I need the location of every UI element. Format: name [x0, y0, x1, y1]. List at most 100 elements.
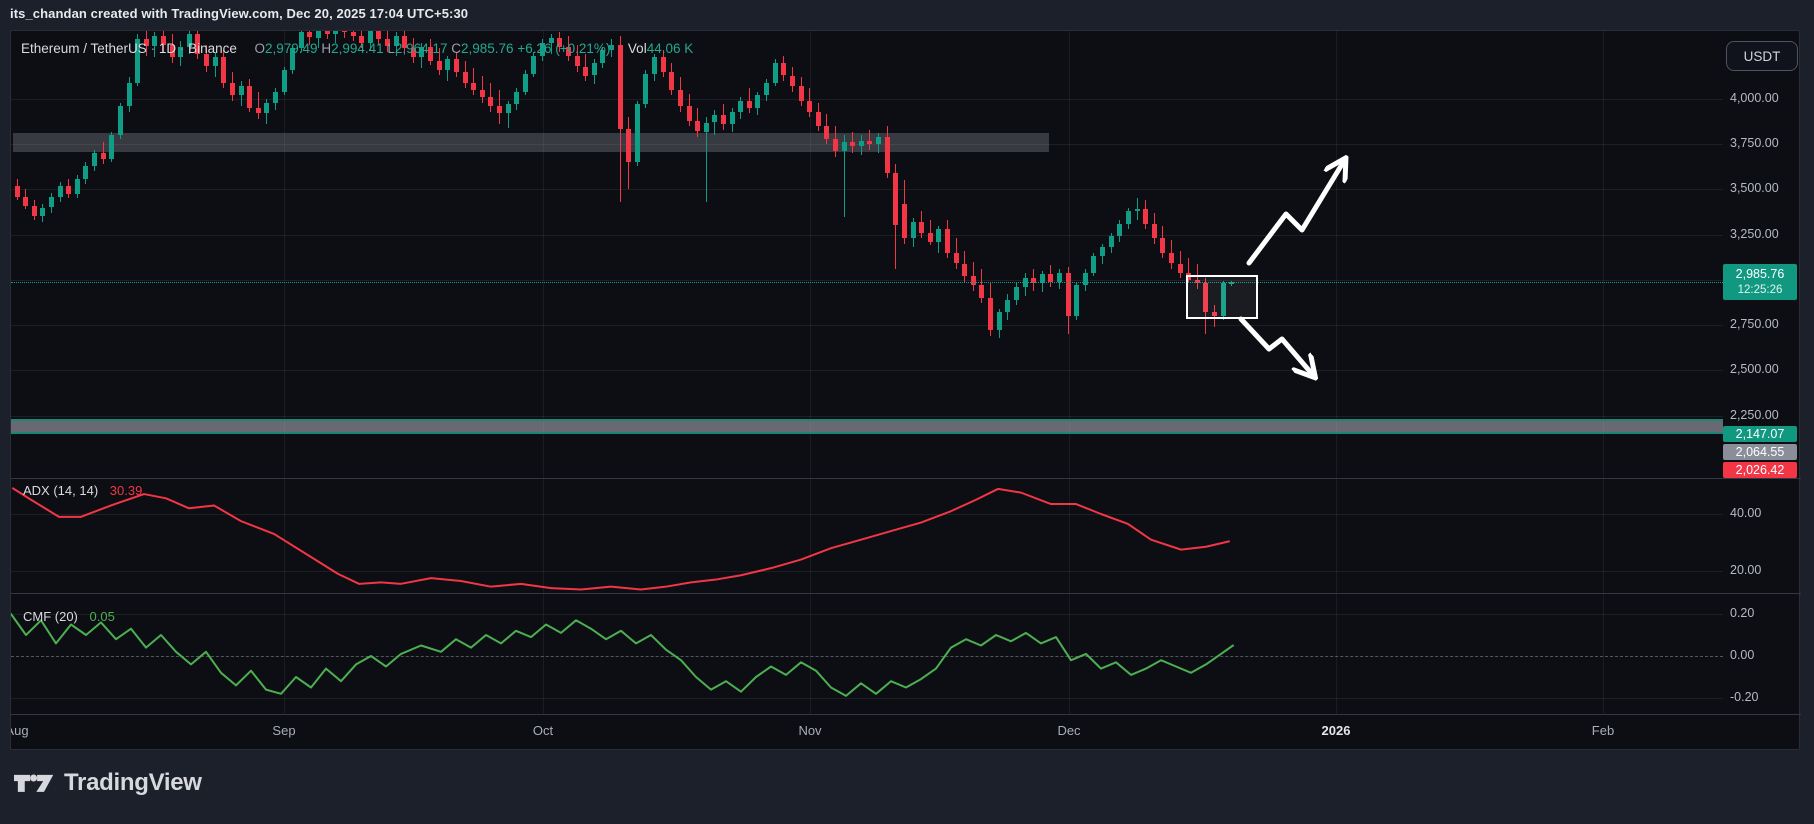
- candle-body: [936, 229, 942, 242]
- price-pane[interactable]: [11, 31, 1723, 478]
- candle-body: [944, 229, 950, 253]
- adx-pane[interactable]: [11, 478, 1723, 593]
- candle-body: [264, 102, 270, 114]
- candle-body: [126, 82, 132, 107]
- candle-body: [496, 106, 502, 114]
- candle-body: [1065, 272, 1071, 316]
- candle-body: [669, 71, 675, 90]
- open-value: 2,979.49: [264, 41, 318, 56]
- candle-body: [858, 140, 864, 146]
- highlight-box-drawing[interactable]: [1186, 275, 1258, 319]
- demand-zone: [11, 418, 1723, 435]
- candle-body: [531, 55, 537, 74]
- candle-body: [522, 73, 528, 92]
- candle-body: [660, 57, 666, 72]
- candle-body: [272, 91, 278, 103]
- pane-separator[interactable]: [11, 593, 1801, 594]
- candle-body: [979, 285, 985, 298]
- tradingview-logo[interactable]: TradingView: [14, 768, 202, 798]
- candle-body: [1143, 209, 1149, 224]
- candle-body: [1160, 238, 1166, 253]
- candle-body: [591, 62, 597, 76]
- level-badge-gray: 2,064.55: [1723, 444, 1797, 461]
- candle-body: [341, 31, 347, 33]
- price-gridline: [11, 234, 1723, 236]
- candle-body: [850, 142, 856, 146]
- currency-toggle-button[interactable]: USDT: [1726, 41, 1798, 71]
- candle-body: [1013, 287, 1019, 300]
- adx-gridline: [11, 571, 1723, 572]
- candle-body: [746, 100, 752, 108]
- candle-body: [488, 97, 494, 107]
- candle-body: [626, 128, 632, 163]
- candle-body: [772, 62, 778, 83]
- candle-body: [92, 153, 97, 166]
- cmf-zero-line: [11, 656, 1723, 657]
- exchange-label: Binance: [188, 41, 237, 56]
- level-badge-teal: 2,147.07: [1723, 426, 1797, 443]
- price-badge-area: 2,985.76 12:25:26 2,147.07 2,064.55 2,026.42: [1723, 31, 1801, 478]
- time-label: Oct: [532, 723, 554, 738]
- candle-body: [247, 86, 253, 108]
- candle-body: [1074, 285, 1080, 316]
- time-axis[interactable]: Aug Sep Oct Nov Dec 2026 Feb: [11, 714, 1801, 750]
- cmf-legend: CMF (20) 0.05: [23, 609, 115, 624]
- candle-body: [445, 59, 451, 70]
- time-label: Sep: [272, 723, 296, 738]
- candle-body: [677, 90, 683, 107]
- candle-body: [453, 59, 459, 72]
- candle-body: [1108, 236, 1114, 248]
- candle-body: [970, 276, 976, 286]
- price-axis[interactable]: 4,000.00 3,750.00 3,500.00 3,250.00 2,750.00…: [1723, 31, 1801, 714]
- candle-body: [1100, 247, 1105, 257]
- candle-body: [462, 71, 468, 83]
- candle-body: [832, 138, 838, 152]
- candle-body: [884, 137, 890, 174]
- candle-body: [893, 173, 899, 226]
- candle-body: [841, 142, 847, 152]
- candle-body: [919, 222, 925, 233]
- change-value: +6.26 (+0.21%): [517, 41, 611, 56]
- candle-body: [1177, 263, 1183, 273]
- cmf-pane[interactable]: [11, 593, 1723, 714]
- candle-body: [927, 232, 933, 242]
- candle-body: [703, 122, 709, 132]
- candle-body: [910, 222, 916, 239]
- candle-body: [229, 82, 235, 96]
- candle-body: [901, 203, 907, 239]
- candle-body: [471, 82, 477, 90]
- candle-body: [23, 196, 29, 206]
- pane-separator[interactable]: [11, 478, 1801, 479]
- level-badge-red: 2,026.42: [1723, 462, 1797, 478]
- price-gridline: [11, 325, 1723, 326]
- price-gridline: [11, 370, 1723, 372]
- candle-body: [815, 111, 821, 127]
- candle-body: [686, 106, 692, 121]
- candle-body: [333, 31, 339, 34]
- candle-body: [49, 196, 54, 208]
- candle-body: [988, 297, 993, 331]
- bar-countdown: 12:25:26: [1737, 284, 1783, 297]
- cmf-gridline: [11, 698, 1723, 699]
- candle-body: [14, 185, 20, 197]
- candle-body: [350, 32, 356, 36]
- candle-body: [1117, 223, 1123, 237]
- candle-body: [574, 55, 580, 67]
- candle-body: [1168, 252, 1174, 264]
- time-label: Nov: [798, 723, 822, 738]
- candle-body: [479, 90, 485, 98]
- candle-body: [1125, 211, 1131, 224]
- tradingview-logo-icon: [14, 774, 54, 792]
- candle-body: [712, 115, 718, 123]
- volume-label: Vol: [627, 41, 647, 56]
- price-gridline: [11, 279, 1723, 281]
- candle-body: [324, 31, 330, 34]
- snapshot-title: its_chandan created with TradingView.com…: [10, 6, 469, 21]
- adx-tick-label: 20.00: [1730, 563, 1762, 577]
- candle-wick: [257, 91, 259, 119]
- candle-body: [1048, 274, 1054, 282]
- candle-body: [789, 75, 795, 87]
- candle-body: [729, 111, 735, 125]
- current-price-badge: 2,985.76 12:25:26: [1723, 264, 1797, 301]
- candle-body: [781, 62, 787, 76]
